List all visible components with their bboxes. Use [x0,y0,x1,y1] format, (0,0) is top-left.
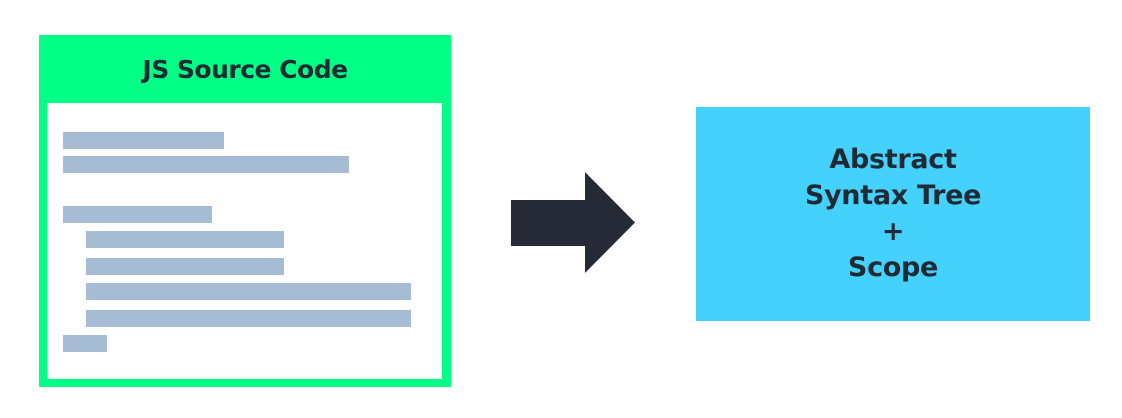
code-line [63,335,107,352]
code-line [86,231,284,248]
right-arrow-icon [511,172,635,273]
code-line [63,206,212,223]
ast-plus-sign: + [881,216,905,247]
ast-label-line-1: Abstract [829,144,957,175]
ast-label-line-2: Syntax Tree [804,180,982,211]
source-code-box: JS Source Code [39,35,451,387]
source-code-title: JS Source Code [142,54,348,84]
code-line [86,310,411,327]
code-panel [47,103,442,379]
ast-scope-box: Abstract Syntax Tree + Scope [696,107,1090,321]
code-line [63,156,349,173]
code-line [86,258,284,275]
code-line [63,132,224,149]
ast-label-line-4: Scope [847,252,939,283]
code-line [86,283,411,300]
